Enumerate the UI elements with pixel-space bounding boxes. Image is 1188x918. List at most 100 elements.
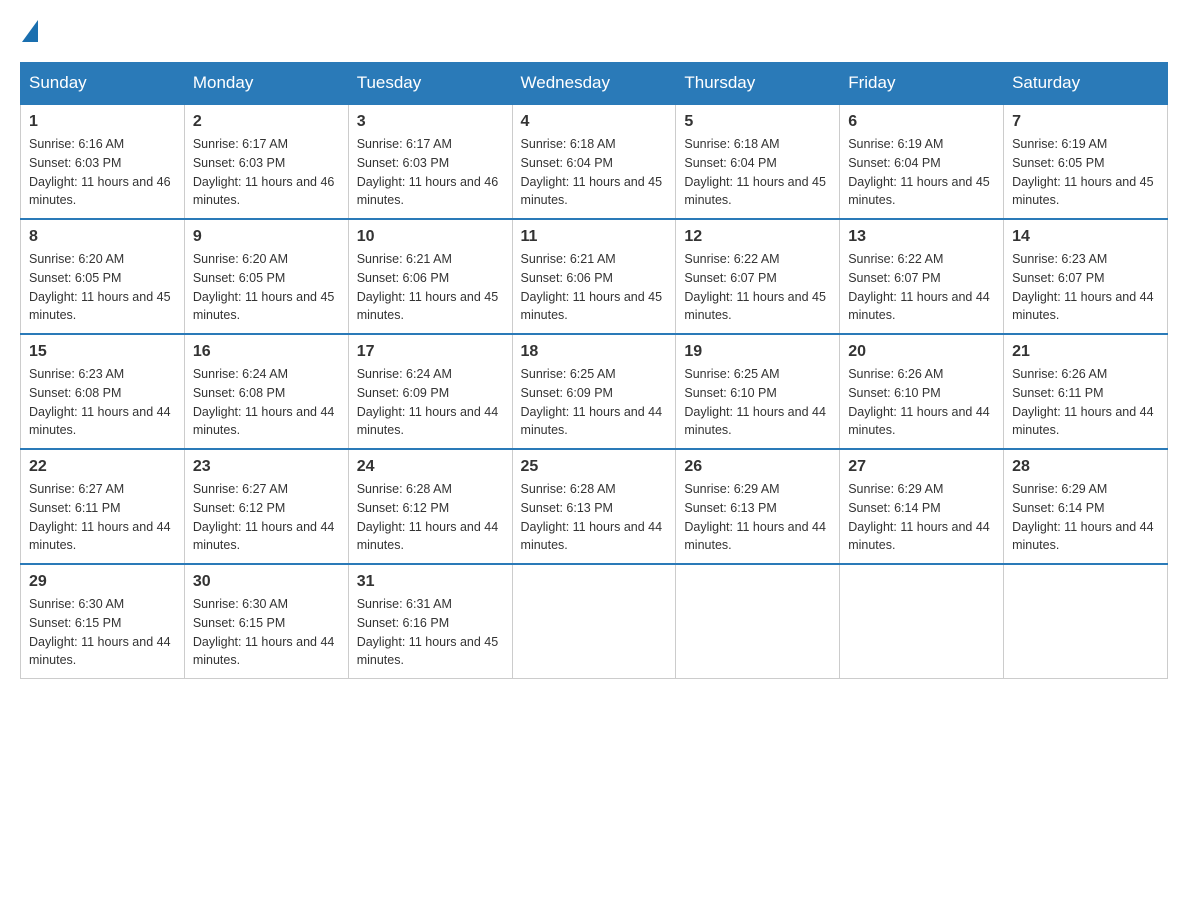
day-info: Sunrise: 6:27 AM Sunset: 6:12 PM Dayligh… <box>193 480 340 555</box>
day-number: 28 <box>1012 458 1159 476</box>
day-info: Sunrise: 6:30 AM Sunset: 6:15 PM Dayligh… <box>29 595 176 670</box>
day-number: 13 <box>848 228 995 246</box>
day-info: Sunrise: 6:29 AM Sunset: 6:14 PM Dayligh… <box>848 480 995 555</box>
day-number: 22 <box>29 458 176 476</box>
calendar-header-sunday: Sunday <box>21 63 185 105</box>
day-info: Sunrise: 6:30 AM Sunset: 6:15 PM Dayligh… <box>193 595 340 670</box>
calendar-cell <box>1004 564 1168 679</box>
day-number: 15 <box>29 343 176 361</box>
day-info: Sunrise: 6:28 AM Sunset: 6:12 PM Dayligh… <box>357 480 504 555</box>
calendar-cell: 3 Sunrise: 6:17 AM Sunset: 6:03 PM Dayli… <box>348 104 512 219</box>
day-number: 31 <box>357 573 504 591</box>
calendar-table: SundayMondayTuesdayWednesdayThursdayFrid… <box>20 62 1168 679</box>
calendar-week-row: 15 Sunrise: 6:23 AM Sunset: 6:08 PM Dayl… <box>21 334 1168 449</box>
day-info: Sunrise: 6:26 AM Sunset: 6:11 PM Dayligh… <box>1012 365 1159 440</box>
day-info: Sunrise: 6:18 AM Sunset: 6:04 PM Dayligh… <box>684 135 831 210</box>
calendar-cell: 19 Sunrise: 6:25 AM Sunset: 6:10 PM Dayl… <box>676 334 840 449</box>
calendar-cell: 4 Sunrise: 6:18 AM Sunset: 6:04 PM Dayli… <box>512 104 676 219</box>
calendar-week-row: 29 Sunrise: 6:30 AM Sunset: 6:15 PM Dayl… <box>21 564 1168 679</box>
calendar-cell: 28 Sunrise: 6:29 AM Sunset: 6:14 PM Dayl… <box>1004 449 1168 564</box>
day-number: 21 <box>1012 343 1159 361</box>
calendar-cell: 29 Sunrise: 6:30 AM Sunset: 6:15 PM Dayl… <box>21 564 185 679</box>
day-info: Sunrise: 6:22 AM Sunset: 6:07 PM Dayligh… <box>848 250 995 325</box>
day-number: 9 <box>193 228 340 246</box>
day-number: 27 <box>848 458 995 476</box>
page-header <box>20 20 1168 42</box>
day-info: Sunrise: 6:16 AM Sunset: 6:03 PM Dayligh… <box>29 135 176 210</box>
day-number: 10 <box>357 228 504 246</box>
calendar-cell: 24 Sunrise: 6:28 AM Sunset: 6:12 PM Dayl… <box>348 449 512 564</box>
day-info: Sunrise: 6:21 AM Sunset: 6:06 PM Dayligh… <box>521 250 668 325</box>
calendar-cell: 15 Sunrise: 6:23 AM Sunset: 6:08 PM Dayl… <box>21 334 185 449</box>
calendar-cell: 27 Sunrise: 6:29 AM Sunset: 6:14 PM Dayl… <box>840 449 1004 564</box>
day-info: Sunrise: 6:18 AM Sunset: 6:04 PM Dayligh… <box>521 135 668 210</box>
calendar-header-friday: Friday <box>840 63 1004 105</box>
calendar-cell: 10 Sunrise: 6:21 AM Sunset: 6:06 PM Dayl… <box>348 219 512 334</box>
day-number: 30 <box>193 573 340 591</box>
day-number: 8 <box>29 228 176 246</box>
day-info: Sunrise: 6:21 AM Sunset: 6:06 PM Dayligh… <box>357 250 504 325</box>
day-number: 18 <box>521 343 668 361</box>
day-info: Sunrise: 6:25 AM Sunset: 6:10 PM Dayligh… <box>684 365 831 440</box>
calendar-cell: 16 Sunrise: 6:24 AM Sunset: 6:08 PM Dayl… <box>184 334 348 449</box>
day-number: 2 <box>193 113 340 131</box>
calendar-cell: 5 Sunrise: 6:18 AM Sunset: 6:04 PM Dayli… <box>676 104 840 219</box>
day-info: Sunrise: 6:28 AM Sunset: 6:13 PM Dayligh… <box>521 480 668 555</box>
day-number: 11 <box>521 228 668 246</box>
day-info: Sunrise: 6:20 AM Sunset: 6:05 PM Dayligh… <box>29 250 176 325</box>
calendar-week-row: 8 Sunrise: 6:20 AM Sunset: 6:05 PM Dayli… <box>21 219 1168 334</box>
day-number: 29 <box>29 573 176 591</box>
logo-arrow-icon <box>22 20 38 42</box>
day-info: Sunrise: 6:23 AM Sunset: 6:08 PM Dayligh… <box>29 365 176 440</box>
day-info: Sunrise: 6:29 AM Sunset: 6:14 PM Dayligh… <box>1012 480 1159 555</box>
calendar-cell: 25 Sunrise: 6:28 AM Sunset: 6:13 PM Dayl… <box>512 449 676 564</box>
calendar-cell: 12 Sunrise: 6:22 AM Sunset: 6:07 PM Dayl… <box>676 219 840 334</box>
day-number: 19 <box>684 343 831 361</box>
day-info: Sunrise: 6:25 AM Sunset: 6:09 PM Dayligh… <box>521 365 668 440</box>
calendar-header-saturday: Saturday <box>1004 63 1168 105</box>
day-number: 20 <box>848 343 995 361</box>
calendar-cell <box>512 564 676 679</box>
calendar-header-monday: Monday <box>184 63 348 105</box>
calendar-cell: 21 Sunrise: 6:26 AM Sunset: 6:11 PM Dayl… <box>1004 334 1168 449</box>
calendar-header-wednesday: Wednesday <box>512 63 676 105</box>
day-number: 26 <box>684 458 831 476</box>
day-number: 16 <box>193 343 340 361</box>
day-info: Sunrise: 6:26 AM Sunset: 6:10 PM Dayligh… <box>848 365 995 440</box>
calendar-cell: 20 Sunrise: 6:26 AM Sunset: 6:10 PM Dayl… <box>840 334 1004 449</box>
day-number: 6 <box>848 113 995 131</box>
day-number: 24 <box>357 458 504 476</box>
calendar-header-row: SundayMondayTuesdayWednesdayThursdayFrid… <box>21 63 1168 105</box>
day-number: 1 <box>29 113 176 131</box>
day-number: 25 <box>521 458 668 476</box>
calendar-header-thursday: Thursday <box>676 63 840 105</box>
day-info: Sunrise: 6:27 AM Sunset: 6:11 PM Dayligh… <box>29 480 176 555</box>
calendar-cell <box>840 564 1004 679</box>
day-number: 7 <box>1012 113 1159 131</box>
day-number: 17 <box>357 343 504 361</box>
calendar-cell: 30 Sunrise: 6:30 AM Sunset: 6:15 PM Dayl… <box>184 564 348 679</box>
day-info: Sunrise: 6:29 AM Sunset: 6:13 PM Dayligh… <box>684 480 831 555</box>
calendar-cell <box>676 564 840 679</box>
calendar-cell: 6 Sunrise: 6:19 AM Sunset: 6:04 PM Dayli… <box>840 104 1004 219</box>
calendar-cell: 14 Sunrise: 6:23 AM Sunset: 6:07 PM Dayl… <box>1004 219 1168 334</box>
day-info: Sunrise: 6:24 AM Sunset: 6:08 PM Dayligh… <box>193 365 340 440</box>
calendar-cell: 18 Sunrise: 6:25 AM Sunset: 6:09 PM Dayl… <box>512 334 676 449</box>
calendar-cell: 22 Sunrise: 6:27 AM Sunset: 6:11 PM Dayl… <box>21 449 185 564</box>
calendar-cell: 7 Sunrise: 6:19 AM Sunset: 6:05 PM Dayli… <box>1004 104 1168 219</box>
day-info: Sunrise: 6:17 AM Sunset: 6:03 PM Dayligh… <box>193 135 340 210</box>
day-info: Sunrise: 6:22 AM Sunset: 6:07 PM Dayligh… <box>684 250 831 325</box>
calendar-cell: 9 Sunrise: 6:20 AM Sunset: 6:05 PM Dayli… <box>184 219 348 334</box>
day-info: Sunrise: 6:19 AM Sunset: 6:04 PM Dayligh… <box>848 135 995 210</box>
day-info: Sunrise: 6:23 AM Sunset: 6:07 PM Dayligh… <box>1012 250 1159 325</box>
day-number: 23 <box>193 458 340 476</box>
day-info: Sunrise: 6:19 AM Sunset: 6:05 PM Dayligh… <box>1012 135 1159 210</box>
calendar-cell: 2 Sunrise: 6:17 AM Sunset: 6:03 PM Dayli… <box>184 104 348 219</box>
calendar-cell: 23 Sunrise: 6:27 AM Sunset: 6:12 PM Dayl… <box>184 449 348 564</box>
day-info: Sunrise: 6:17 AM Sunset: 6:03 PM Dayligh… <box>357 135 504 210</box>
calendar-cell: 31 Sunrise: 6:31 AM Sunset: 6:16 PM Dayl… <box>348 564 512 679</box>
calendar-cell: 13 Sunrise: 6:22 AM Sunset: 6:07 PM Dayl… <box>840 219 1004 334</box>
calendar-week-row: 1 Sunrise: 6:16 AM Sunset: 6:03 PM Dayli… <box>21 104 1168 219</box>
calendar-week-row: 22 Sunrise: 6:27 AM Sunset: 6:11 PM Dayl… <box>21 449 1168 564</box>
day-info: Sunrise: 6:24 AM Sunset: 6:09 PM Dayligh… <box>357 365 504 440</box>
